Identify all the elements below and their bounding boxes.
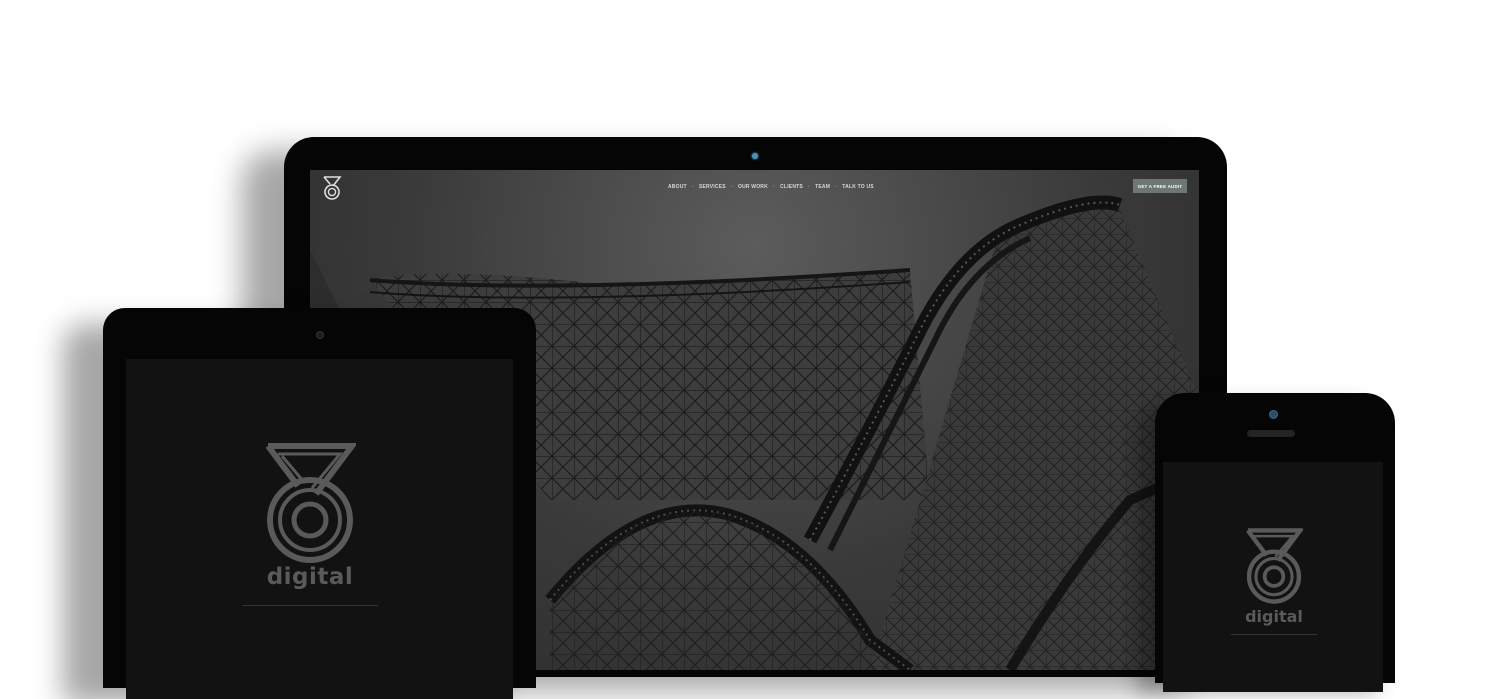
tablet-screen: digital	[126, 359, 513, 699]
phone-speaker	[1247, 430, 1295, 437]
site-logo-icon[interactable]	[322, 175, 342, 201]
nav-talk-to-us[interactable]: TALK TO US	[842, 184, 874, 190]
nav-separator: ·	[807, 184, 811, 190]
tablet-wordmark: digital	[266, 564, 354, 590]
tablet-camera	[316, 331, 324, 339]
nav-separator: ·	[772, 184, 776, 190]
site-navigation: ABOUT · SERVICES · OUR WORK · CLIENTS · …	[668, 181, 874, 193]
tablet-device: digital	[103, 308, 536, 699]
nav-our-work[interactable]: OUR WORK	[738, 184, 768, 190]
phone-device: digital	[1155, 393, 1395, 692]
nav-services[interactable]: SERVICES	[699, 184, 726, 190]
nav-team[interactable]: TEAM	[815, 184, 830, 190]
get-free-audit-button[interactable]: GET A FREE AUDIT	[1133, 179, 1187, 193]
digital-logo-icon	[1246, 528, 1303, 604]
phone-camera	[1269, 410, 1278, 419]
nav-separator: ·	[835, 184, 838, 190]
phone-wordmark: digital	[1245, 607, 1303, 626]
nav-about[interactable]: ABOUT	[668, 184, 687, 190]
monitor-camera	[752, 153, 758, 159]
tablet-divider	[242, 605, 378, 606]
digital-logo-icon	[265, 443, 356, 563]
nav-separator: ·	[691, 184, 694, 190]
nav-clients[interactable]: CLIENTS	[780, 184, 803, 190]
nav-separator: ·	[730, 184, 733, 190]
phone-divider	[1231, 634, 1317, 635]
